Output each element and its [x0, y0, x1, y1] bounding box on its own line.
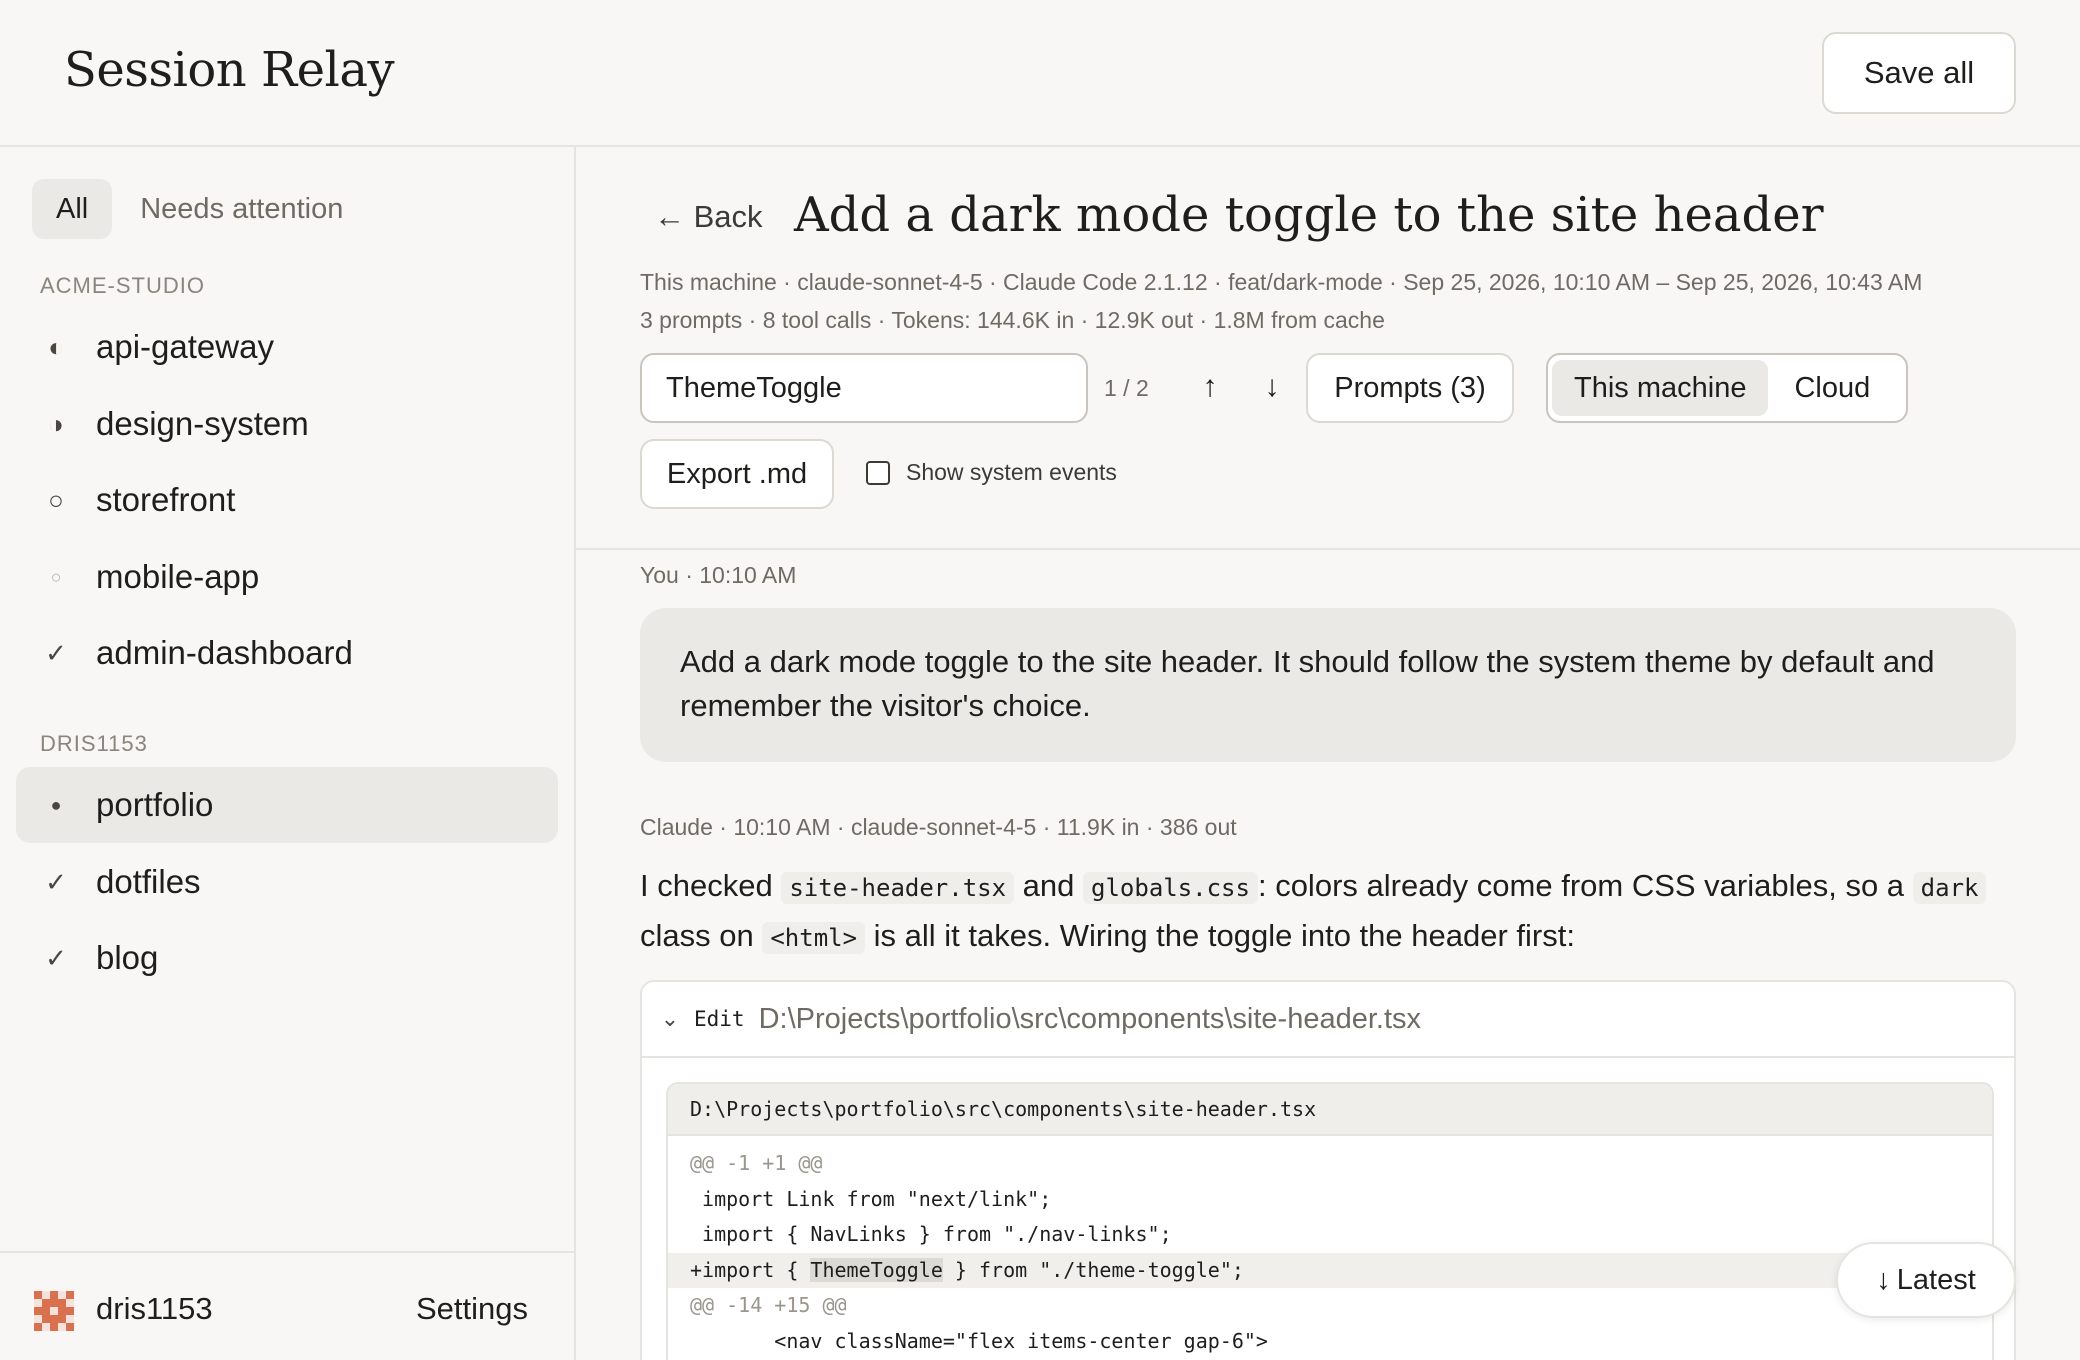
sidebar-item-storefront[interactable]: ○ storefront: [16, 462, 558, 538]
search-input[interactable]: [640, 353, 1088, 423]
check-icon: ✓: [45, 637, 67, 668]
diff-hunk-header: @@ -1 +1 @@: [690, 1151, 823, 1175]
page-title: Add a dark mode toggle to the site heade…: [794, 187, 1824, 243]
empty-circle-icon: ○: [48, 484, 64, 515]
sidebar-footer: dris1153 Settings: [0, 1251, 574, 1360]
project-name: admin-dashboard: [96, 634, 353, 671]
tool-call-header[interactable]: ⌄ Edit D:\Projects\portfolio\src\compone…: [642, 982, 2014, 1058]
sidebar-item-dotfiles[interactable]: ✓ dotfiles: [16, 844, 558, 920]
text-fragment: I checked: [640, 868, 782, 903]
project-name: blog: [96, 939, 159, 976]
check-icon: ✓: [45, 866, 67, 897]
diff-line-added: +import { ThemeToggle } from "./theme-to…: [668, 1252, 1992, 1288]
match-count: 1 / 2: [1104, 375, 1149, 401]
arrow-down-icon[interactable]: ↓: [1248, 363, 1296, 411]
sidebar-item-mobile-app[interactable]: ○ mobile-app: [16, 539, 558, 615]
system-events-checkbox[interactable]: [866, 460, 890, 485]
latest-label: Latest: [1896, 1263, 1976, 1296]
app-title: Session Relay: [64, 42, 395, 98]
source-this-machine[interactable]: This machine: [1552, 360, 1769, 416]
project-name: dotfiles: [96, 863, 201, 900]
diff-text: +import {: [690, 1257, 811, 1282]
inline-code: dark: [1912, 872, 1987, 904]
sidebar-item-api-gateway[interactable]: ◐ api-gateway: [16, 309, 558, 385]
chevron-down-icon[interactable]: ⌄: [660, 1006, 680, 1032]
user-message-meta: You · 10:10 AM: [640, 562, 797, 588]
back-link[interactable]: ← Back: [654, 199, 763, 235]
latest-button[interactable]: ↓ Latest: [1836, 1242, 2016, 1318]
filter-tabs: All Needs attention: [32, 179, 367, 239]
text-fragment: is all it takes. Wiring the toggle into …: [865, 918, 1575, 953]
tool-path: D:\Projects\portfolio\src\components\sit…: [758, 1002, 1422, 1035]
project-name: portfolio: [96, 786, 214, 823]
filled-dot-icon: ●: [50, 794, 62, 815]
filter-tab-all[interactable]: All: [32, 179, 113, 239]
diff-body: @@ -1 +1 @@ import Link from "next/link"…: [668, 1136, 1992, 1359]
source-toggle: This machine Cloud: [1546, 353, 1908, 423]
half-circle-icon: ◐: [48, 331, 64, 362]
half-circle-icon: ◑: [48, 408, 64, 439]
filter-tab-needs-attention[interactable]: Needs attention: [116, 179, 367, 239]
inline-code: <html>: [762, 922, 866, 954]
project-name: design-system: [96, 405, 309, 442]
diff-text: } from "./theme-toggle";: [942, 1257, 1244, 1282]
diff-line: import { NavLinks } from "./nav-links";: [690, 1222, 1172, 1246]
arrow-up-icon[interactable]: ↑: [1186, 363, 1234, 411]
inline-code: site-header.tsx: [781, 872, 1015, 904]
text-fragment: and: [1014, 868, 1084, 903]
diff-view: D:\Projects\portfolio\src\components\sit…: [666, 1082, 1994, 1360]
save-all-button[interactable]: Save all: [1822, 32, 2016, 114]
project-name: mobile-app: [96, 558, 260, 595]
sidebar-item-admin-dashboard[interactable]: ✓ admin-dashboard: [16, 615, 558, 691]
top-bar: Session Relay Save all: [0, 0, 2080, 147]
diff-hunk-header: @@ -14 +15 @@: [690, 1293, 847, 1317]
project-name: storefront: [96, 481, 236, 518]
session-meta: This machine · claude-sonnet-4-5 · Claud…: [640, 269, 1923, 295]
inline-code: globals.css: [1083, 872, 1258, 904]
diff-line: <nav className="flex items-center gap-6"…: [690, 1328, 1268, 1353]
export-md-button[interactable]: Export .md: [640, 439, 834, 509]
sidebar-item-blog[interactable]: ✓ blog: [16, 920, 558, 996]
assistant-message-meta: Claude · 10:10 AM · claude-sonnet-4-5 · …: [640, 814, 1237, 840]
system-events-label: Show system events: [906, 459, 1117, 485]
sidebar-item-design-system[interactable]: ◑ design-system: [16, 386, 558, 462]
tool-call-card: ⌄ Edit D:\Projects\portfolio\src\compone…: [640, 980, 2016, 1360]
assistant-message: I checked site-header.tsx and globals.cs…: [640, 862, 2030, 962]
source-cloud[interactable]: Cloud: [1772, 360, 1892, 416]
arrow-down-icon: ↓: [1876, 1263, 1891, 1296]
search-match-highlight: ThemeToggle: [810, 1257, 943, 1282]
group-label-dris1153: DRIS1153: [40, 731, 148, 756]
diff-file-header: D:\Projects\portfolio\src\components\sit…: [668, 1084, 1992, 1136]
username: dris1153: [96, 1291, 213, 1326]
faint-circle-icon: ○: [50, 566, 62, 587]
project-name: api-gateway: [96, 328, 274, 365]
prompts-button[interactable]: Prompts (3): [1306, 353, 1514, 423]
sidebar-item-portfolio[interactable]: ● portfolio: [16, 767, 558, 843]
tool-kind: Edit: [694, 1007, 745, 1031]
transcript: You · 10:10 AM Add a dark mode toggle to…: [576, 550, 2080, 1360]
check-icon: ✓: [45, 942, 67, 973]
session-header: ← Back Add a dark mode toggle to the sit…: [576, 147, 2080, 550]
group-label-acme-studio: ACME-STUDIO: [40, 273, 205, 298]
session-stats: 3 prompts · 8 tool calls · Tokens: 144.6…: [640, 307, 1385, 333]
show-system-events[interactable]: Show system events: [866, 459, 1117, 486]
sidebar: All Needs attention ACME-STUDIO ◐ api-ga…: [0, 147, 576, 1360]
text-fragment: class on: [640, 918, 763, 953]
diff-line: import Link from "next/link";: [690, 1186, 1052, 1211]
user-message: Add a dark mode toggle to the site heade…: [640, 608, 2016, 762]
text-fragment: : colors already come from CSS variables…: [1257, 868, 1913, 903]
avatar[interactable]: [34, 1291, 74, 1331]
settings-link[interactable]: Settings: [416, 1291, 528, 1327]
